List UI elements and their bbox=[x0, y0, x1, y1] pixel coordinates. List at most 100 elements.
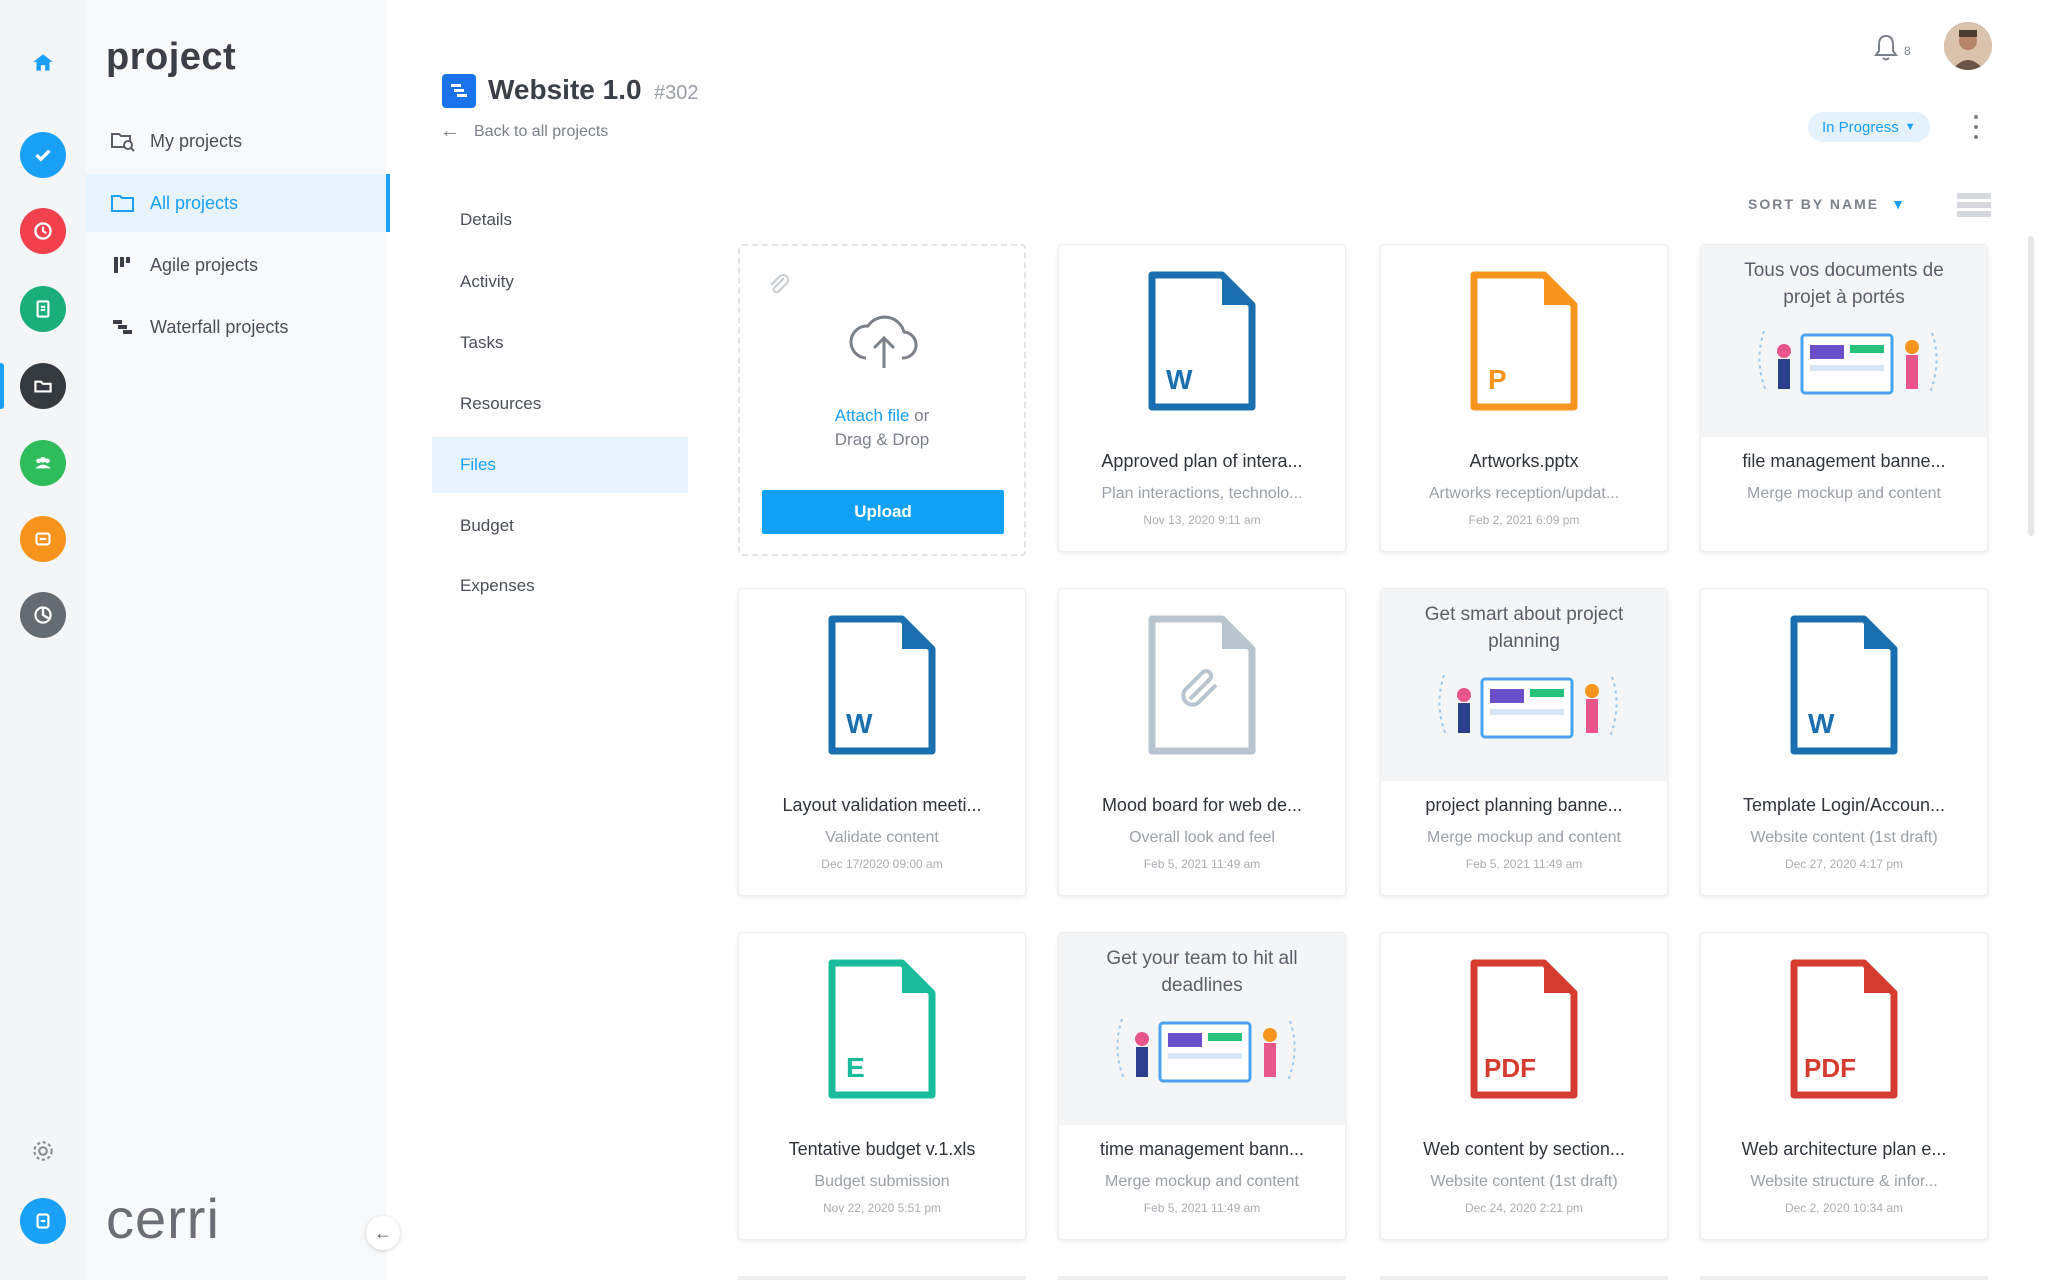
tab-tasks[interactable]: Tasks bbox=[432, 315, 688, 371]
powerpoint-file-icon: P bbox=[1381, 245, 1667, 437]
reports-icon[interactable] bbox=[20, 286, 66, 332]
word-file-icon: W bbox=[1059, 245, 1345, 437]
svg-text:PDF: PDF bbox=[1804, 1053, 1856, 1083]
sidebar-item-my-projects[interactable]: My projects bbox=[86, 112, 386, 170]
waterfall-icon bbox=[108, 315, 138, 339]
file-card[interactable]: P Artworks.pptx Artworks reception/updat..… bbox=[1380, 244, 1668, 552]
file-card[interactable]: Get your team to hit all deadlines time m… bbox=[1058, 932, 1346, 1240]
drag-drop-label: Drag & Drop bbox=[834, 430, 930, 449]
file-date: Feb 2, 2021 6:09 pm bbox=[1468, 513, 1580, 527]
file-description: Website content (1st draft) bbox=[1430, 1173, 1618, 1190]
file-description: Website content (1st draft) bbox=[1750, 829, 1938, 846]
project-id: #302 bbox=[654, 82, 699, 104]
tab-label: Expenses bbox=[460, 576, 535, 595]
file-description: Budget submission bbox=[814, 1173, 950, 1190]
file-name: Layout validation meeti... bbox=[782, 795, 982, 815]
analytics-icon[interactable] bbox=[20, 592, 66, 638]
module-title: project bbox=[106, 36, 237, 78]
status-dropdown[interactable]: In Progress ▼ bbox=[1808, 112, 1930, 142]
project-type-icon bbox=[442, 74, 476, 108]
file-date: Nov 22, 2020 5:51 pm bbox=[822, 1201, 942, 1215]
app-rail bbox=[0, 0, 86, 1280]
file-name: Mood board for web de... bbox=[1101, 795, 1303, 815]
arrow-left-icon: ← bbox=[374, 1222, 392, 1243]
svg-text:E: E bbox=[846, 1052, 865, 1083]
svg-text:P: P bbox=[1488, 364, 1507, 395]
upload-dropzone[interactable]: Attach file or Drag & Drop Upload bbox=[738, 244, 1026, 556]
sidebar-item-waterfall-projects[interactable]: Waterfall projects bbox=[86, 298, 386, 356]
file-date: Dec 24, 2020 2:21 pm bbox=[1464, 1201, 1584, 1215]
word-file-icon: W bbox=[1701, 589, 1987, 781]
banner-caption: Get your team to hit all deadlines bbox=[1106, 948, 1298, 996]
avatar[interactable] bbox=[1944, 22, 1992, 70]
more-options-icon[interactable] bbox=[1966, 112, 1986, 142]
chevron-down-icon: ▼ bbox=[1904, 121, 1916, 133]
tab-activity[interactable]: Activity bbox=[432, 254, 688, 310]
notifications-bell-icon[interactable] bbox=[1868, 30, 1904, 66]
file-card[interactable]: W Approved plan of intera... Plan interact… bbox=[1058, 244, 1346, 552]
file-date: Dec 27, 2020 4:17 pm bbox=[1784, 857, 1904, 871]
file-card[interactable]: PDF Web content by section... Website cont… bbox=[1380, 932, 1668, 1240]
word-file-icon: W bbox=[739, 589, 1025, 781]
file-card[interactable]: Get smart about project planning project … bbox=[1380, 588, 1668, 896]
banner-caption: Get smart about project planning bbox=[1424, 604, 1624, 652]
scrollbar[interactable] bbox=[2028, 236, 2034, 536]
next-row-peek bbox=[1058, 1276, 1346, 1280]
file-description: Merge mockup and content bbox=[1747, 485, 1941, 502]
file-card[interactable]: W Template Login/Accoun... Website content… bbox=[1700, 588, 1988, 896]
tasks-icon[interactable] bbox=[20, 132, 66, 178]
file-date: Dec 17/2020 09:00 am bbox=[821, 857, 943, 871]
file-description: Artworks reception/updat... bbox=[1428, 485, 1620, 502]
tab-label: Details bbox=[460, 210, 512, 229]
sidebar-item-label: Waterfall projects bbox=[150, 316, 289, 337]
banner-illustration bbox=[1102, 1009, 1302, 1100]
file-date: Feb 5, 2021 11:49 am bbox=[1143, 857, 1261, 871]
teams-icon[interactable] bbox=[20, 440, 66, 486]
tab-label: Activity bbox=[460, 272, 514, 291]
file-date: Feb 5, 2021 11:49 am bbox=[1465, 857, 1583, 871]
tab-resources[interactable]: Resources bbox=[432, 376, 688, 432]
tab-label: Budget bbox=[460, 516, 514, 535]
file-description: Merge mockup and content bbox=[1105, 1173, 1299, 1190]
collapse-sidebar-button[interactable]: ← bbox=[366, 1216, 400, 1250]
page-title: Website 1.0 bbox=[488, 74, 642, 105]
upload-button[interactable]: Upload bbox=[762, 490, 1004, 534]
file-card[interactable]: E Tentative budget v.1.xls Budget submissi… bbox=[738, 932, 1026, 1240]
svg-text:PDF: PDF bbox=[1484, 1053, 1536, 1083]
time-icon[interactable] bbox=[20, 208, 66, 254]
rail-active-indicator bbox=[0, 363, 4, 409]
file-date: Dec 2, 2020 10:34 am bbox=[1784, 1201, 1904, 1215]
home-icon[interactable] bbox=[20, 40, 66, 86]
tab-budget[interactable]: Budget bbox=[432, 498, 688, 554]
settings-icon[interactable] bbox=[20, 1128, 66, 1174]
next-row-peek bbox=[1380, 1276, 1668, 1280]
sidebar-item-label: My projects bbox=[150, 130, 243, 151]
list-view-icon[interactable] bbox=[1956, 192, 1992, 218]
next-row-peek bbox=[1700, 1276, 1988, 1280]
file-card[interactable]: W Layout validation meeti... Validate cont… bbox=[738, 588, 1026, 896]
file-card[interactable]: PDF Web architecture plan e... Website str… bbox=[1700, 932, 1988, 1240]
tab-details[interactable]: Details bbox=[432, 192, 688, 248]
sidebar-item-all-projects[interactable]: All projects bbox=[86, 174, 390, 232]
file-card[interactable]: Tous vos documents de projet à portés fil… bbox=[1700, 244, 1988, 552]
banner-caption: Tous vos documents de projet à portés bbox=[1744, 260, 1944, 308]
file-name: Artworks.pptx bbox=[1469, 451, 1579, 471]
sidebar-item-agile-projects[interactable]: Agile projects bbox=[86, 236, 386, 294]
file-description: Merge mockup and content bbox=[1427, 829, 1621, 846]
sort-dropdown[interactable]: SORT BY NAME ▼ bbox=[1748, 196, 1907, 212]
chevron-down-icon: ▼ bbox=[1891, 196, 1907, 212]
tab-expenses[interactable]: Expenses bbox=[432, 558, 688, 614]
file-card[interactable]: Mood board for web de... Overall look and… bbox=[1058, 588, 1346, 896]
sort-label: SORT BY NAME bbox=[1748, 196, 1880, 212]
account-icon[interactable] bbox=[20, 1198, 66, 1244]
tab-files[interactable]: Files bbox=[432, 437, 688, 493]
projects-icon[interactable] bbox=[20, 363, 66, 409]
file-description: Website structure & infor... bbox=[1750, 1173, 1938, 1190]
file-date: Feb 5, 2021 11:49 am bbox=[1143, 1201, 1261, 1215]
back-link[interactable]: ← Back to all projects bbox=[440, 120, 608, 143]
status-label: In Progress bbox=[1822, 118, 1899, 136]
attach-file-link[interactable]: Attach file bbox=[835, 406, 910, 425]
folder-icon bbox=[108, 191, 138, 215]
crm-icon[interactable] bbox=[20, 516, 66, 562]
banner-thumbnail: Tous vos documents de projet à portés bbox=[1701, 245, 1987, 437]
